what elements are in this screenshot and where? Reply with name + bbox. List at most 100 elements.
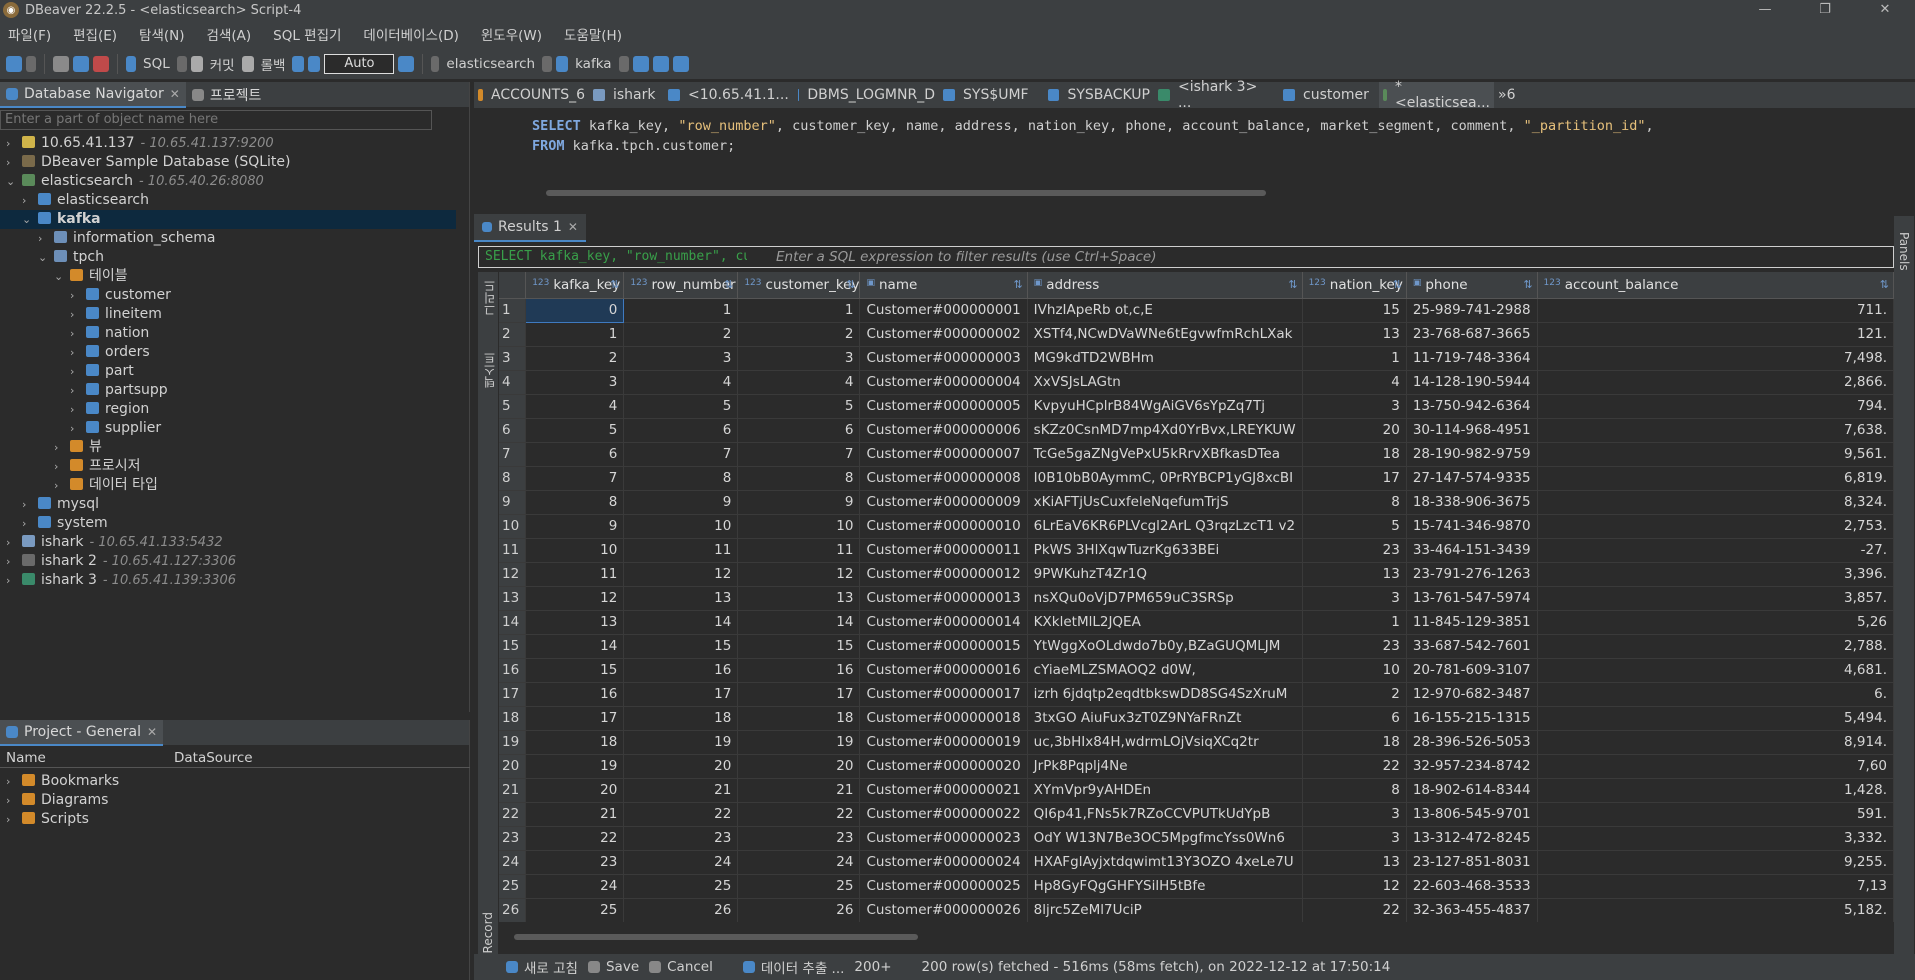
transaction-mode-icon[interactable] [292, 55, 305, 72]
table-cell[interactable]: 12-970-682-3487 [1406, 682, 1538, 707]
table-cell[interactable]: 24 [525, 874, 625, 899]
table-cell[interactable]: 13-750-942-6364 [1406, 394, 1538, 419]
table-cell[interactable]: 22 [1302, 754, 1407, 779]
table-row[interactable]: 25 24 25 25 Customer#000000025 Hp8GyFQgGHFYSi… [499, 874, 1894, 899]
table-cell[interactable]: Customer#000000017 [859, 682, 1028, 707]
sql-line-1[interactable]: SELECT kafka_key, "row_number", customer… [532, 118, 1654, 134]
table-cell[interactable]: 6 [623, 418, 739, 443]
table-cell[interactable]: 20-781-609-3107 [1406, 658, 1538, 683]
table-cell[interactable]: Customer#000000021 [859, 778, 1028, 803]
table-cell[interactable]: 17 [525, 706, 625, 731]
chevron-down-icon[interactable] [618, 55, 629, 72]
table-row[interactable]: 14 13 14 14 Customer#000000014 KXkletMlL2JQEA… [499, 610, 1894, 635]
row-number[interactable]: 22 [499, 802, 527, 827]
table-cell[interactable]: JrPk8Pqplj4Ne [1027, 754, 1303, 779]
tree-item[interactable]: ⌄ tpch [0, 248, 456, 267]
table-cell[interactable]: Customer#000000014 [859, 610, 1028, 635]
table-cell[interactable]: 18 [1302, 442, 1407, 467]
table-cell[interactable]: 24 [623, 850, 739, 875]
table-cell[interactable]: 6 [737, 418, 861, 443]
row-number[interactable]: 19 [499, 730, 527, 755]
table-cell[interactable]: 14-128-190-5944 [1406, 370, 1538, 395]
table-cell[interactable]: 13 [1302, 322, 1407, 347]
sort-filter-icon[interactable]: ⇅ [724, 278, 733, 291]
tab-results-1[interactable]: Results 1 ✕ [474, 214, 586, 242]
table-cell[interactable]: 19 [737, 730, 861, 755]
expand-icon[interactable]: › [6, 772, 18, 791]
table-cell[interactable]: 3 [1302, 586, 1407, 611]
menu-database[interactable]: 데이터베이스(D) [363, 24, 458, 44]
expand-icon[interactable]: › [6, 810, 18, 829]
table-cell[interactable]: 13 [1302, 562, 1407, 587]
table-row[interactable]: 6 5 6 6 Customer#000000006 sKZz0CsnMD7mp4Xd0Y… [499, 418, 1894, 443]
table-row[interactable]: 18 17 18 18 Customer#000000018 3txGO AiuFux3z… [499, 706, 1894, 731]
expand-icon[interactable]: ⌄ [54, 267, 66, 286]
table-cell[interactable]: 14 [737, 610, 861, 635]
column-header[interactable]: ▣ phone ⇅ [1406, 272, 1538, 299]
expand-icon[interactable]: › [6, 134, 18, 153]
close-button[interactable]: ✕ [1855, 0, 1915, 20]
table-cell[interactable]: 13 [525, 610, 625, 635]
table-cell[interactable]: IVhzIApeRb ot,c,E [1027, 298, 1303, 323]
table-row[interactable]: 8 7 8 8 Customer#000000008 I0B10bB0AymmC, 0Pr… [499, 466, 1894, 491]
table-cell[interactable]: 8 [525, 490, 625, 515]
table-cell[interactable]: 11-845-129-3851 [1406, 610, 1538, 635]
table-cell[interactable]: 794. [1537, 394, 1894, 419]
tree-item[interactable]: › supplier [0, 419, 456, 438]
table-cell[interactable]: 7,638. [1537, 418, 1894, 443]
table-cell[interactable]: 3 [1302, 394, 1407, 419]
table-cell[interactable]: 6. [1537, 682, 1894, 707]
table-cell[interactable]: 3,332. [1537, 826, 1894, 851]
table-cell[interactable]: 18 [623, 706, 739, 731]
row-number[interactable]: 11 [499, 538, 527, 563]
table-cell[interactable]: 7,60 [1537, 754, 1894, 779]
table-cell[interactable]: 11 [737, 538, 861, 563]
table-cell[interactable]: 32-957-234-8742 [1406, 754, 1538, 779]
chevron-down-icon[interactable] [542, 55, 553, 72]
row-number[interactable]: 10 [499, 514, 527, 539]
table-row[interactable]: 24 23 24 24 Customer#000000024 HXAFgIAyjxtdqw… [499, 850, 1894, 875]
row-number[interactable]: 20 [499, 754, 527, 779]
table-cell[interactable]: YtWggXoOLdwdo7b0y,BZaGUQMLJM [1027, 634, 1303, 659]
editor-tab[interactable]: SYS$UMF [939, 87, 1044, 103]
table-cell[interactable]: Customer#000000008 [859, 466, 1028, 491]
table-row[interactable]: 7 6 7 7 Customer#000000007 TcGe5gaZNgVePxU5kR… [499, 442, 1894, 467]
table-cell[interactable]: 1,428. [1537, 778, 1894, 803]
table-cell[interactable]: 1 [623, 298, 739, 323]
table-cell[interactable]: 2,788. [1537, 634, 1894, 659]
dropdown-icon[interactable] [26, 55, 36, 72]
sort-filter-icon[interactable]: ⇅ [1013, 278, 1022, 291]
results-filter-input[interactable]: SELECT kafka_key, "row_number", customer… [478, 246, 1894, 268]
sort-filter-icon[interactable]: ⇅ [1288, 278, 1297, 291]
table-cell[interactable]: 32-363-455-4837 [1406, 898, 1538, 922]
table-cell[interactable]: 13-312-472-8245 [1406, 826, 1538, 851]
project-item[interactable]: › Scripts [0, 810, 89, 829]
table-cell[interactable]: 3txGO AiuFux3zT0Z9NYaFRnZt [1027, 706, 1303, 731]
expand-icon[interactable]: › [70, 362, 82, 381]
table-cell[interactable]: 19 [525, 754, 625, 779]
table-cell[interactable]: Customer#000000012 [859, 562, 1028, 587]
table-cell[interactable]: 10 [623, 514, 739, 539]
table-cell[interactable]: Customer#000000011 [859, 538, 1028, 563]
results-grid[interactable]: 123 kafka_key ⇅ 123 row_number ⇅ 123 customer_k… [499, 272, 1894, 922]
table-cell[interactable]: 25 [737, 874, 861, 899]
table-cell[interactable]: 9PWKuhzT4Zr1Q [1027, 562, 1303, 587]
table-cell[interactable]: XSTf4,NCwDVaWNe6tEgvwfmRchLXak [1027, 322, 1303, 347]
table-cell[interactable]: 6 [1302, 706, 1407, 731]
table-cell[interactable]: 3,857. [1537, 586, 1894, 611]
sort-filter-icon[interactable]: ⇅ [1393, 278, 1402, 291]
table-cell[interactable]: 23-127-851-8031 [1406, 850, 1538, 875]
table-row[interactable]: 5 4 5 5 Customer#000000005 KvpyuHCplrB84WgAiG… [499, 394, 1894, 419]
table-cell[interactable]: 23-768-687-3665 [1406, 322, 1538, 347]
column-header[interactable]: 123 kafka_key ⇅ [525, 272, 625, 299]
table-cell[interactable]: 24 [737, 850, 861, 875]
table-cell[interactable]: QI6p41,FNs5k7RZoCCVPUTkUdYpB [1027, 802, 1303, 827]
auto-commit-box[interactable]: Auto [324, 53, 395, 74]
column-header[interactable]: ▣ name ⇅ [859, 272, 1028, 299]
table-cell[interactable]: 0 [525, 297, 625, 323]
tree-item[interactable]: › part [0, 362, 456, 381]
table-cell[interactable]: 10 [737, 514, 861, 539]
expand-icon[interactable]: › [54, 457, 66, 476]
expand-icon[interactable]: › [6, 552, 18, 571]
table-cell[interactable]: 15 [525, 658, 625, 683]
